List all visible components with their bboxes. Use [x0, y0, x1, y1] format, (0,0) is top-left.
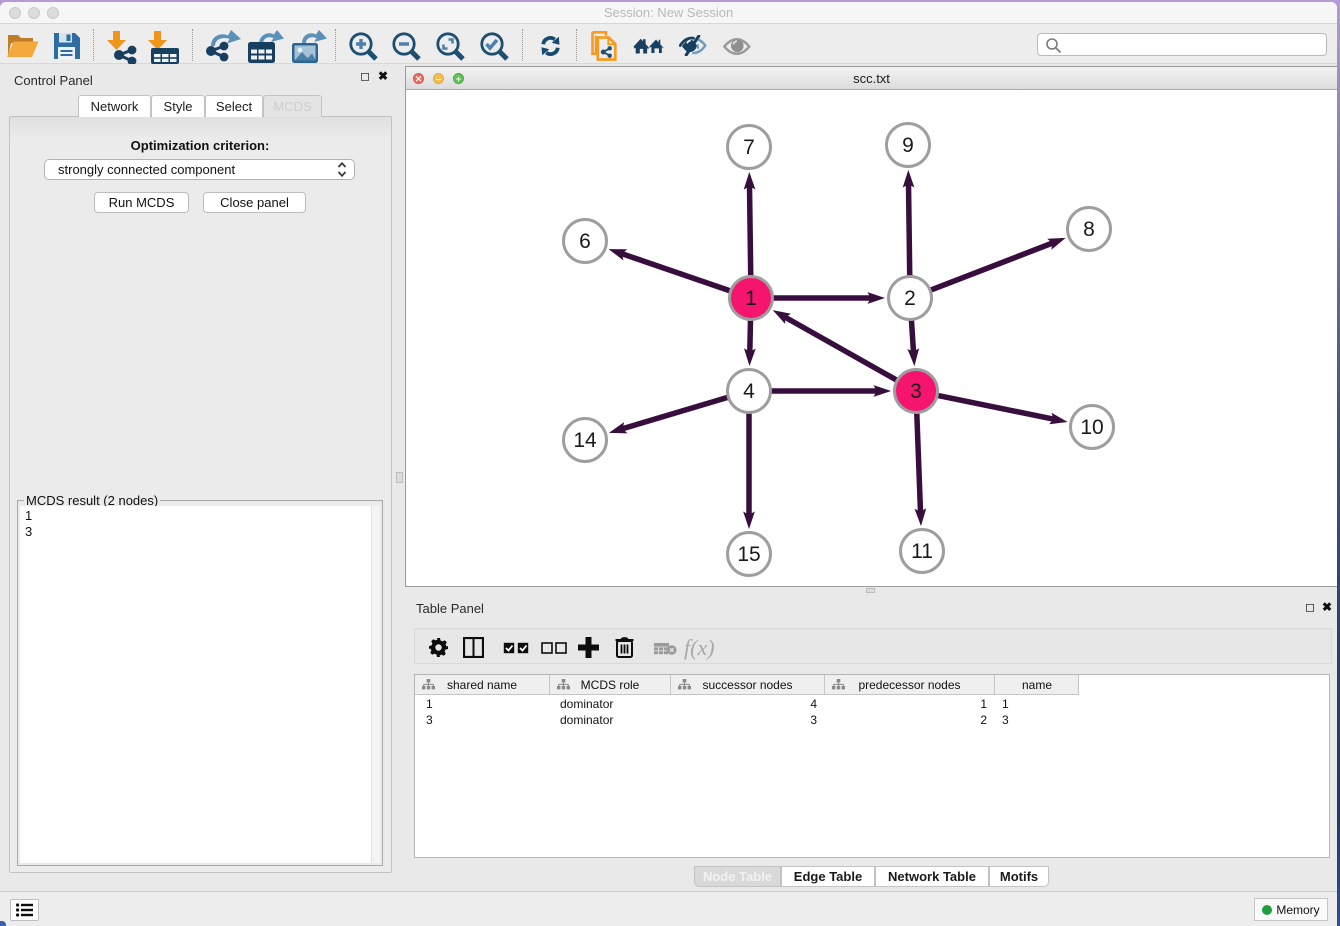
svg-text:8: 8	[1083, 218, 1095, 241]
svg-text:1: 1	[745, 287, 757, 310]
svg-text:4: 4	[743, 380, 755, 403]
svg-text:2: 2	[904, 287, 916, 310]
svg-text:3: 3	[910, 380, 922, 403]
svg-text:10: 10	[1080, 416, 1103, 439]
svg-text:14: 14	[573, 429, 597, 452]
svg-text:7: 7	[743, 136, 755, 159]
svg-text:9: 9	[902, 134, 914, 157]
svg-text:6: 6	[579, 230, 591, 253]
svg-text:11: 11	[911, 540, 933, 563]
svg-text:15: 15	[737, 543, 760, 566]
